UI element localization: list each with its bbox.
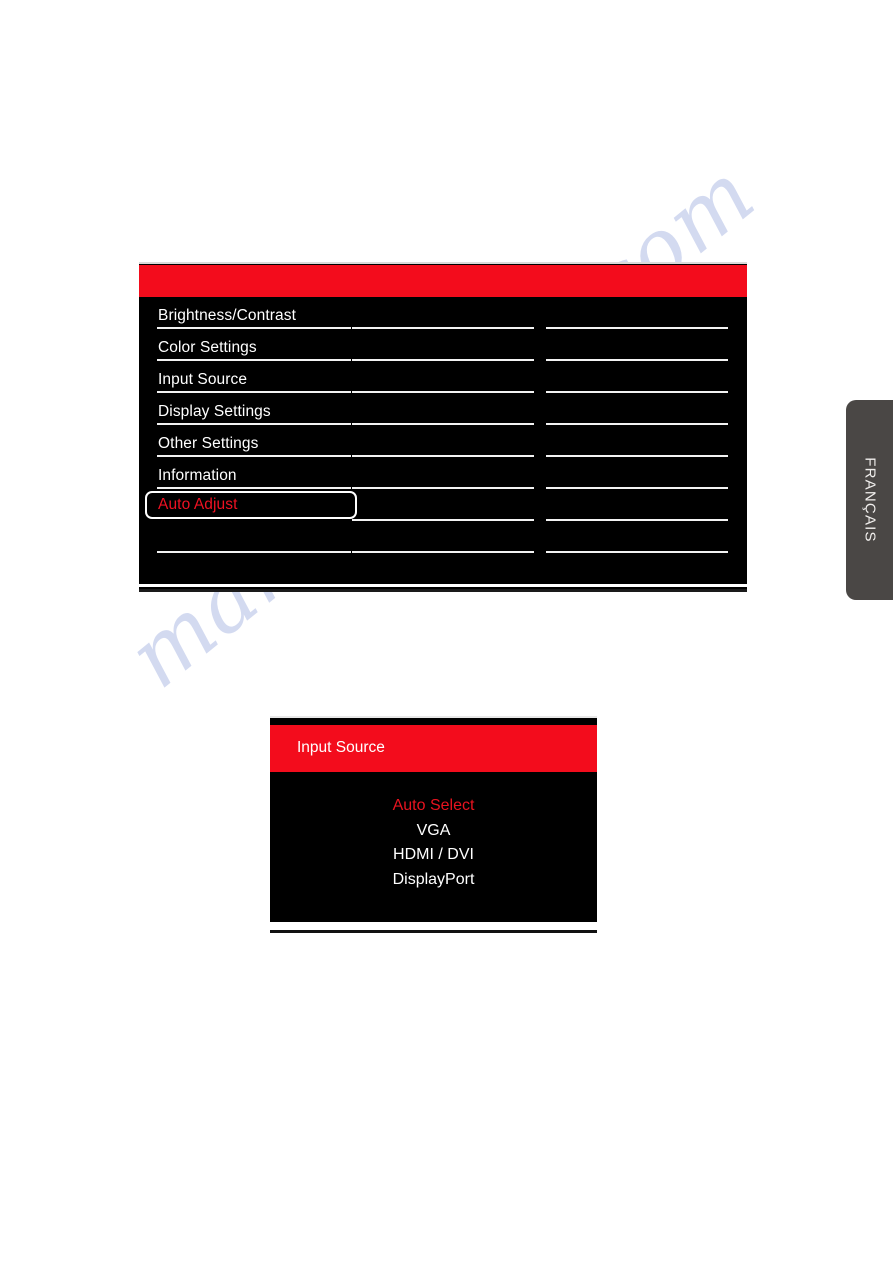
osd-input-source-panel: Input Source Auto Select VGA HDMI / DVI …: [270, 716, 597, 933]
osd-input-bottom-rule-shadow: [270, 930, 597, 933]
menu-item-label: Brightness/Contrast: [158, 307, 297, 324]
osd-main-title-bar: [139, 265, 747, 297]
menu-row[interactable]: Input Source: [139, 361, 747, 393]
language-tab-label: FRANÇAIS: [861, 457, 878, 543]
osd-input-bottom-rule: [270, 922, 597, 926]
osd-input-title-text: Input Source: [297, 739, 385, 756]
menu-item-label: Auto Adjust: [158, 496, 238, 513]
menu-row[interactable]: Other Settings: [139, 425, 747, 457]
row-rule-col2: [352, 551, 534, 553]
menu-row[interactable]: Display Settings: [139, 393, 747, 425]
row-rule-col1: [157, 551, 351, 553]
osd-main-menu-body: Brightness/Contrast Color Settings Input…: [139, 297, 747, 587]
osd-main-menu-panel: Brightness/Contrast Color Settings Input…: [139, 262, 747, 592]
input-option-hdmi-dvi[interactable]: HDMI / DVI: [270, 846, 597, 864]
menu-row-selected[interactable]: Auto Adjust: [139, 489, 747, 521]
menu-row[interactable]: Color Settings: [139, 329, 747, 361]
osd-input-options-list: Auto Select VGA HDMI / DVI DisplayPort: [270, 772, 597, 920]
menu-row[interactable]: Information: [139, 457, 747, 489]
menu-row[interactable]: [139, 521, 747, 553]
menu-item-label: Display Settings: [158, 403, 271, 420]
row-rule-col3: [546, 551, 728, 553]
menu-item-label: Input Source: [158, 371, 248, 388]
osd-main-bottom-rule: [139, 584, 747, 587]
language-tab-francais[interactable]: FRANÇAIS: [846, 400, 893, 600]
input-option-displayport[interactable]: DisplayPort: [270, 871, 597, 889]
input-option-vga[interactable]: VGA: [270, 822, 597, 840]
menu-item-label: Color Settings: [158, 339, 257, 356]
menu-item-label: Other Settings: [158, 435, 259, 452]
input-option-auto-select[interactable]: Auto Select: [270, 797, 597, 815]
menu-item-label: Information: [158, 467, 237, 484]
menu-row[interactable]: Brightness/Contrast: [139, 297, 747, 329]
